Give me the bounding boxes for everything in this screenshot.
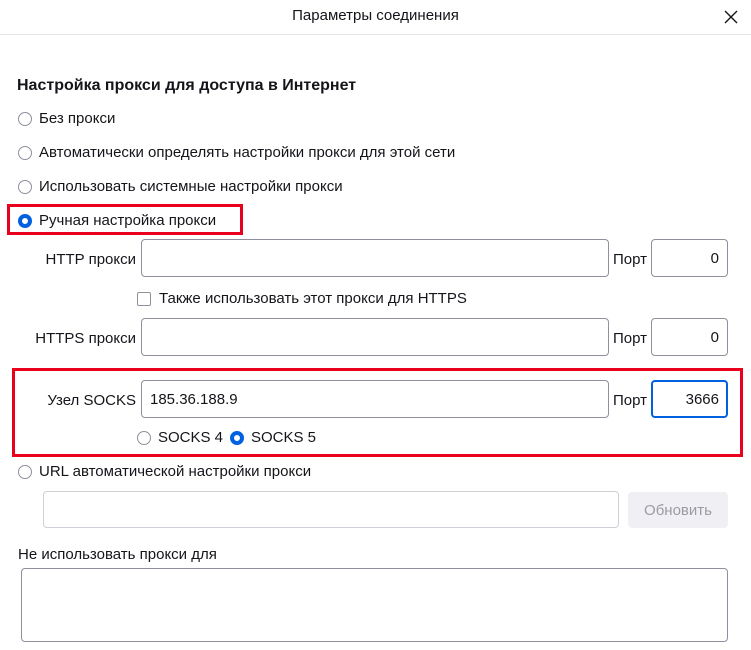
radio-system-proxy[interactable]: Использовать системные настройки прокси [18,178,343,195]
radio-auto-detect-label: Автоматически определять настройки прокс… [39,144,456,161]
radio-socks5-label: SOCKS 5 [251,429,317,446]
radio-socks4-label: SOCKS 4 [158,429,224,446]
https-proxy-input[interactable] [141,318,609,356]
radio-no-proxy-label: Без прокси [39,110,116,127]
socks-host-label: Узел SOCKS [47,392,136,409]
radio-manual-proxy[interactable]: Ручная настройка прокси [18,212,216,229]
also-https-label: Также использовать этот прокси для HTTPS [159,290,467,307]
socks-port-label: Порт [613,392,648,409]
dialog-title: Параметры соединения [292,7,459,24]
radio-manual-proxy-label: Ручная настройка прокси [39,212,217,229]
no-proxy-textarea[interactable] [21,568,728,642]
https-proxy-label: HTTPS прокси [35,330,136,347]
https-port-label: Порт [613,330,648,347]
radio-manual-proxy-circle[interactable] [18,213,32,228]
socks-host-input[interactable]: 185.36.188.9 [141,380,609,418]
proxy-section-heading: Настройка прокси для доступа в Интернет [17,77,357,94]
radio-socks5-circle[interactable] [230,430,244,445]
radio-auto-detect-circle[interactable] [18,145,32,160]
radio-system-proxy-label: Использовать системные настройки прокси [39,178,343,195]
http-proxy-input[interactable] [141,239,609,277]
also-https-checkbox-row[interactable]: Также использовать этот прокси для HTTPS [137,290,467,307]
radio-auto-config-url-circle[interactable] [18,464,32,479]
http-port-input[interactable]: 0 [651,239,728,277]
close-button[interactable] [718,4,744,30]
socks-port-input[interactable]: 3666 [651,380,728,418]
no-proxy-label: Не использовать прокси для [18,546,217,563]
https-port-input[interactable]: 0 [651,318,728,356]
radio-socks4-circle[interactable] [137,430,151,445]
auto-config-url-input[interactable] [43,491,619,528]
radio-no-proxy[interactable]: Без прокси [18,110,115,127]
radio-system-proxy-circle[interactable] [18,179,32,194]
http-port-label: Порт [613,251,648,268]
radio-auto-detect[interactable]: Автоматически определять настройки прокс… [18,144,455,161]
radio-no-proxy-circle[interactable] [18,111,32,126]
radio-auto-config-url-label: URL автоматической настройки прокси [39,463,312,480]
radio-socks5[interactable]: SOCKS 5 [230,429,316,446]
http-proxy-label: HTTP прокси [45,251,136,268]
reload-button[interactable]: Обновить [628,492,728,528]
also-https-checkbox[interactable] [137,291,151,306]
radio-socks4[interactable]: SOCKS 4 [137,429,223,446]
radio-auto-config-url[interactable]: URL автоматической настройки прокси [18,463,311,480]
close-icon [724,10,738,24]
